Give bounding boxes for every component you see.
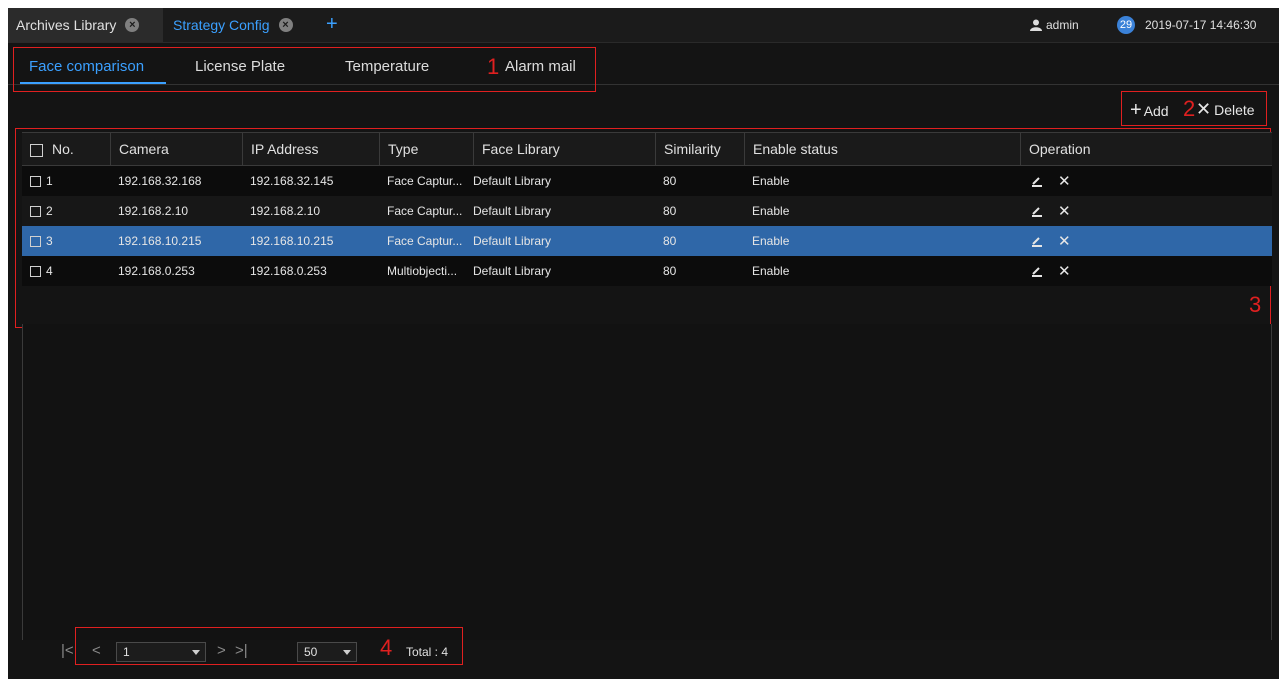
edit-icon[interactable] bbox=[1030, 204, 1044, 218]
total-count: Total : 4 bbox=[406, 645, 449, 659]
cell-no[interactable]: 3 bbox=[22, 226, 110, 256]
annotation-number: 3 bbox=[1249, 292, 1262, 317]
header-similarity[interactable]: Similarity bbox=[655, 133, 744, 165]
add-label: Add bbox=[1143, 102, 1169, 119]
delete-icon[interactable]: ✕ bbox=[1058, 232, 1071, 250]
cell-similarity: 80 bbox=[663, 204, 677, 218]
notification-badge[interactable]: 29 bbox=[1117, 16, 1135, 34]
header-face-library[interactable]: Face Library bbox=[473, 133, 655, 165]
table-header: No. Camera IP Address Type Face Library … bbox=[22, 132, 1272, 166]
edit-icon[interactable] bbox=[1030, 264, 1044, 278]
window-tab-label: Archives Library bbox=[16, 17, 117, 33]
annotation-box-tabs bbox=[13, 47, 596, 92]
page-select[interactable]: 1 bbox=[116, 642, 206, 662]
table-empty-area bbox=[22, 324, 1272, 640]
add-button[interactable]: + Add bbox=[1130, 99, 1169, 122]
cell-enable-status: Enable bbox=[752, 264, 790, 278]
delete-icon[interactable]: ✕ bbox=[1058, 172, 1071, 190]
strategy-table: No. Camera IP Address Type Face Library … bbox=[22, 132, 1272, 286]
cell-similarity: 80 bbox=[663, 264, 677, 278]
header-type[interactable]: Type bbox=[379, 133, 473, 165]
annotation-number: 2 bbox=[1183, 96, 1196, 121]
delete-icon[interactable]: ✕ bbox=[1058, 262, 1071, 280]
user-icon bbox=[1030, 19, 1042, 31]
chevron-down-icon bbox=[192, 650, 200, 655]
cell-camera: 192.168.2.10 bbox=[118, 204, 189, 218]
header-operation[interactable]: Operation bbox=[1020, 133, 1272, 165]
cell-type: Face Captur... bbox=[387, 174, 463, 188]
cell-ip: 192.168.0.253 bbox=[250, 264, 327, 278]
cell-face-library: Default Library bbox=[473, 204, 552, 218]
window-tab-strategy-config[interactable]: Strategy Config × bbox=[163, 8, 313, 42]
cell-type: Multiobjecti... bbox=[387, 264, 458, 278]
table-row[interactable]: 3 192.168.10.215 192.168.10.215 Face Cap… bbox=[22, 226, 1272, 256]
row-operations: ✕ bbox=[1030, 256, 1071, 286]
cell-face-library: Default Library bbox=[473, 264, 552, 278]
close-icon[interactable]: × bbox=[278, 18, 293, 32]
header-ip-address[interactable]: IP Address bbox=[242, 133, 379, 165]
cell-enable-status: Enable bbox=[752, 234, 790, 248]
chevron-down-icon bbox=[343, 650, 351, 655]
add-tab-icon[interactable]: + bbox=[326, 13, 338, 36]
edit-icon[interactable] bbox=[1030, 234, 1044, 248]
cell-type: Face Captur... bbox=[387, 234, 463, 248]
cell-no[interactable]: 4 bbox=[22, 256, 110, 286]
next-page-icon[interactable]: > bbox=[217, 642, 226, 659]
window-tab-label: Strategy Config bbox=[173, 17, 270, 33]
cell-camera: 192.168.10.215 bbox=[118, 234, 202, 248]
row-checkbox[interactable] bbox=[30, 206, 41, 218]
table-row[interactable]: 2 192.168.2.10 192.168.2.10 Face Captur.… bbox=[22, 196, 1272, 226]
cell-similarity: 80 bbox=[663, 234, 677, 248]
cell-camera: 192.168.32.168 bbox=[118, 174, 202, 188]
cell-ip: 192.168.10.215 bbox=[250, 234, 334, 248]
cell-face-library: Default Library bbox=[473, 174, 552, 188]
top-bar: Archives Library × Strategy Config × + a… bbox=[8, 8, 1279, 43]
prev-page-icon[interactable]: < bbox=[92, 642, 101, 659]
row-operations: ✕ bbox=[1030, 226, 1071, 256]
table-row[interactable]: 1 192.168.32.168 192.168.32.145 Face Cap… bbox=[22, 166, 1272, 196]
header-no[interactable]: No. bbox=[22, 133, 110, 165]
delete-icon: ✕ bbox=[1196, 99, 1212, 119]
first-page-icon[interactable]: |< bbox=[61, 642, 74, 659]
window-tab-archives-library[interactable]: Archives Library × bbox=[8, 8, 163, 42]
last-page-icon[interactable]: >| bbox=[235, 642, 248, 659]
delete-button[interactable]: ✕ Delete bbox=[1196, 99, 1255, 120]
username: admin bbox=[1046, 18, 1079, 32]
row-checkbox[interactable] bbox=[30, 266, 41, 278]
datetime: 2019-07-17 14:46:30 bbox=[1145, 18, 1257, 32]
close-icon[interactable]: × bbox=[125, 18, 140, 32]
cell-camera: 192.168.0.253 bbox=[118, 264, 195, 278]
cell-enable-status: Enable bbox=[752, 174, 790, 188]
row-checkbox[interactable] bbox=[30, 176, 41, 188]
row-operations: ✕ bbox=[1030, 196, 1071, 226]
cell-ip: 192.168.2.10 bbox=[250, 204, 321, 218]
app-window: Archives Library × Strategy Config × + a… bbox=[8, 8, 1279, 679]
cell-ip: 192.168.32.145 bbox=[250, 174, 334, 188]
header-enable-status[interactable]: Enable status bbox=[744, 133, 1020, 165]
cell-no[interactable]: 1 bbox=[22, 166, 110, 196]
row-checkbox[interactable] bbox=[30, 236, 41, 248]
row-operations: ✕ bbox=[1030, 166, 1071, 196]
select-all-checkbox[interactable] bbox=[30, 143, 43, 157]
plus-icon: + bbox=[1130, 99, 1142, 121]
annotation-number: 1 bbox=[487, 54, 500, 79]
cell-similarity: 80 bbox=[663, 174, 677, 188]
table-row[interactable]: 4 192.168.0.253 192.168.0.253 Multiobjec… bbox=[22, 256, 1272, 286]
cell-type: Face Captur... bbox=[387, 204, 463, 218]
page-size-select[interactable]: 50 bbox=[297, 642, 357, 662]
header-camera[interactable]: Camera bbox=[110, 133, 242, 165]
delete-icon[interactable]: ✕ bbox=[1058, 202, 1071, 220]
annotation-number: 4 bbox=[380, 635, 393, 660]
delete-label: Delete bbox=[1214, 101, 1255, 118]
cell-enable-status: Enable bbox=[752, 204, 790, 218]
cell-face-library: Default Library bbox=[473, 234, 552, 248]
cell-no[interactable]: 2 bbox=[22, 196, 110, 226]
edit-icon[interactable] bbox=[1030, 174, 1044, 188]
user-account[interactable]: admin bbox=[1030, 18, 1079, 32]
